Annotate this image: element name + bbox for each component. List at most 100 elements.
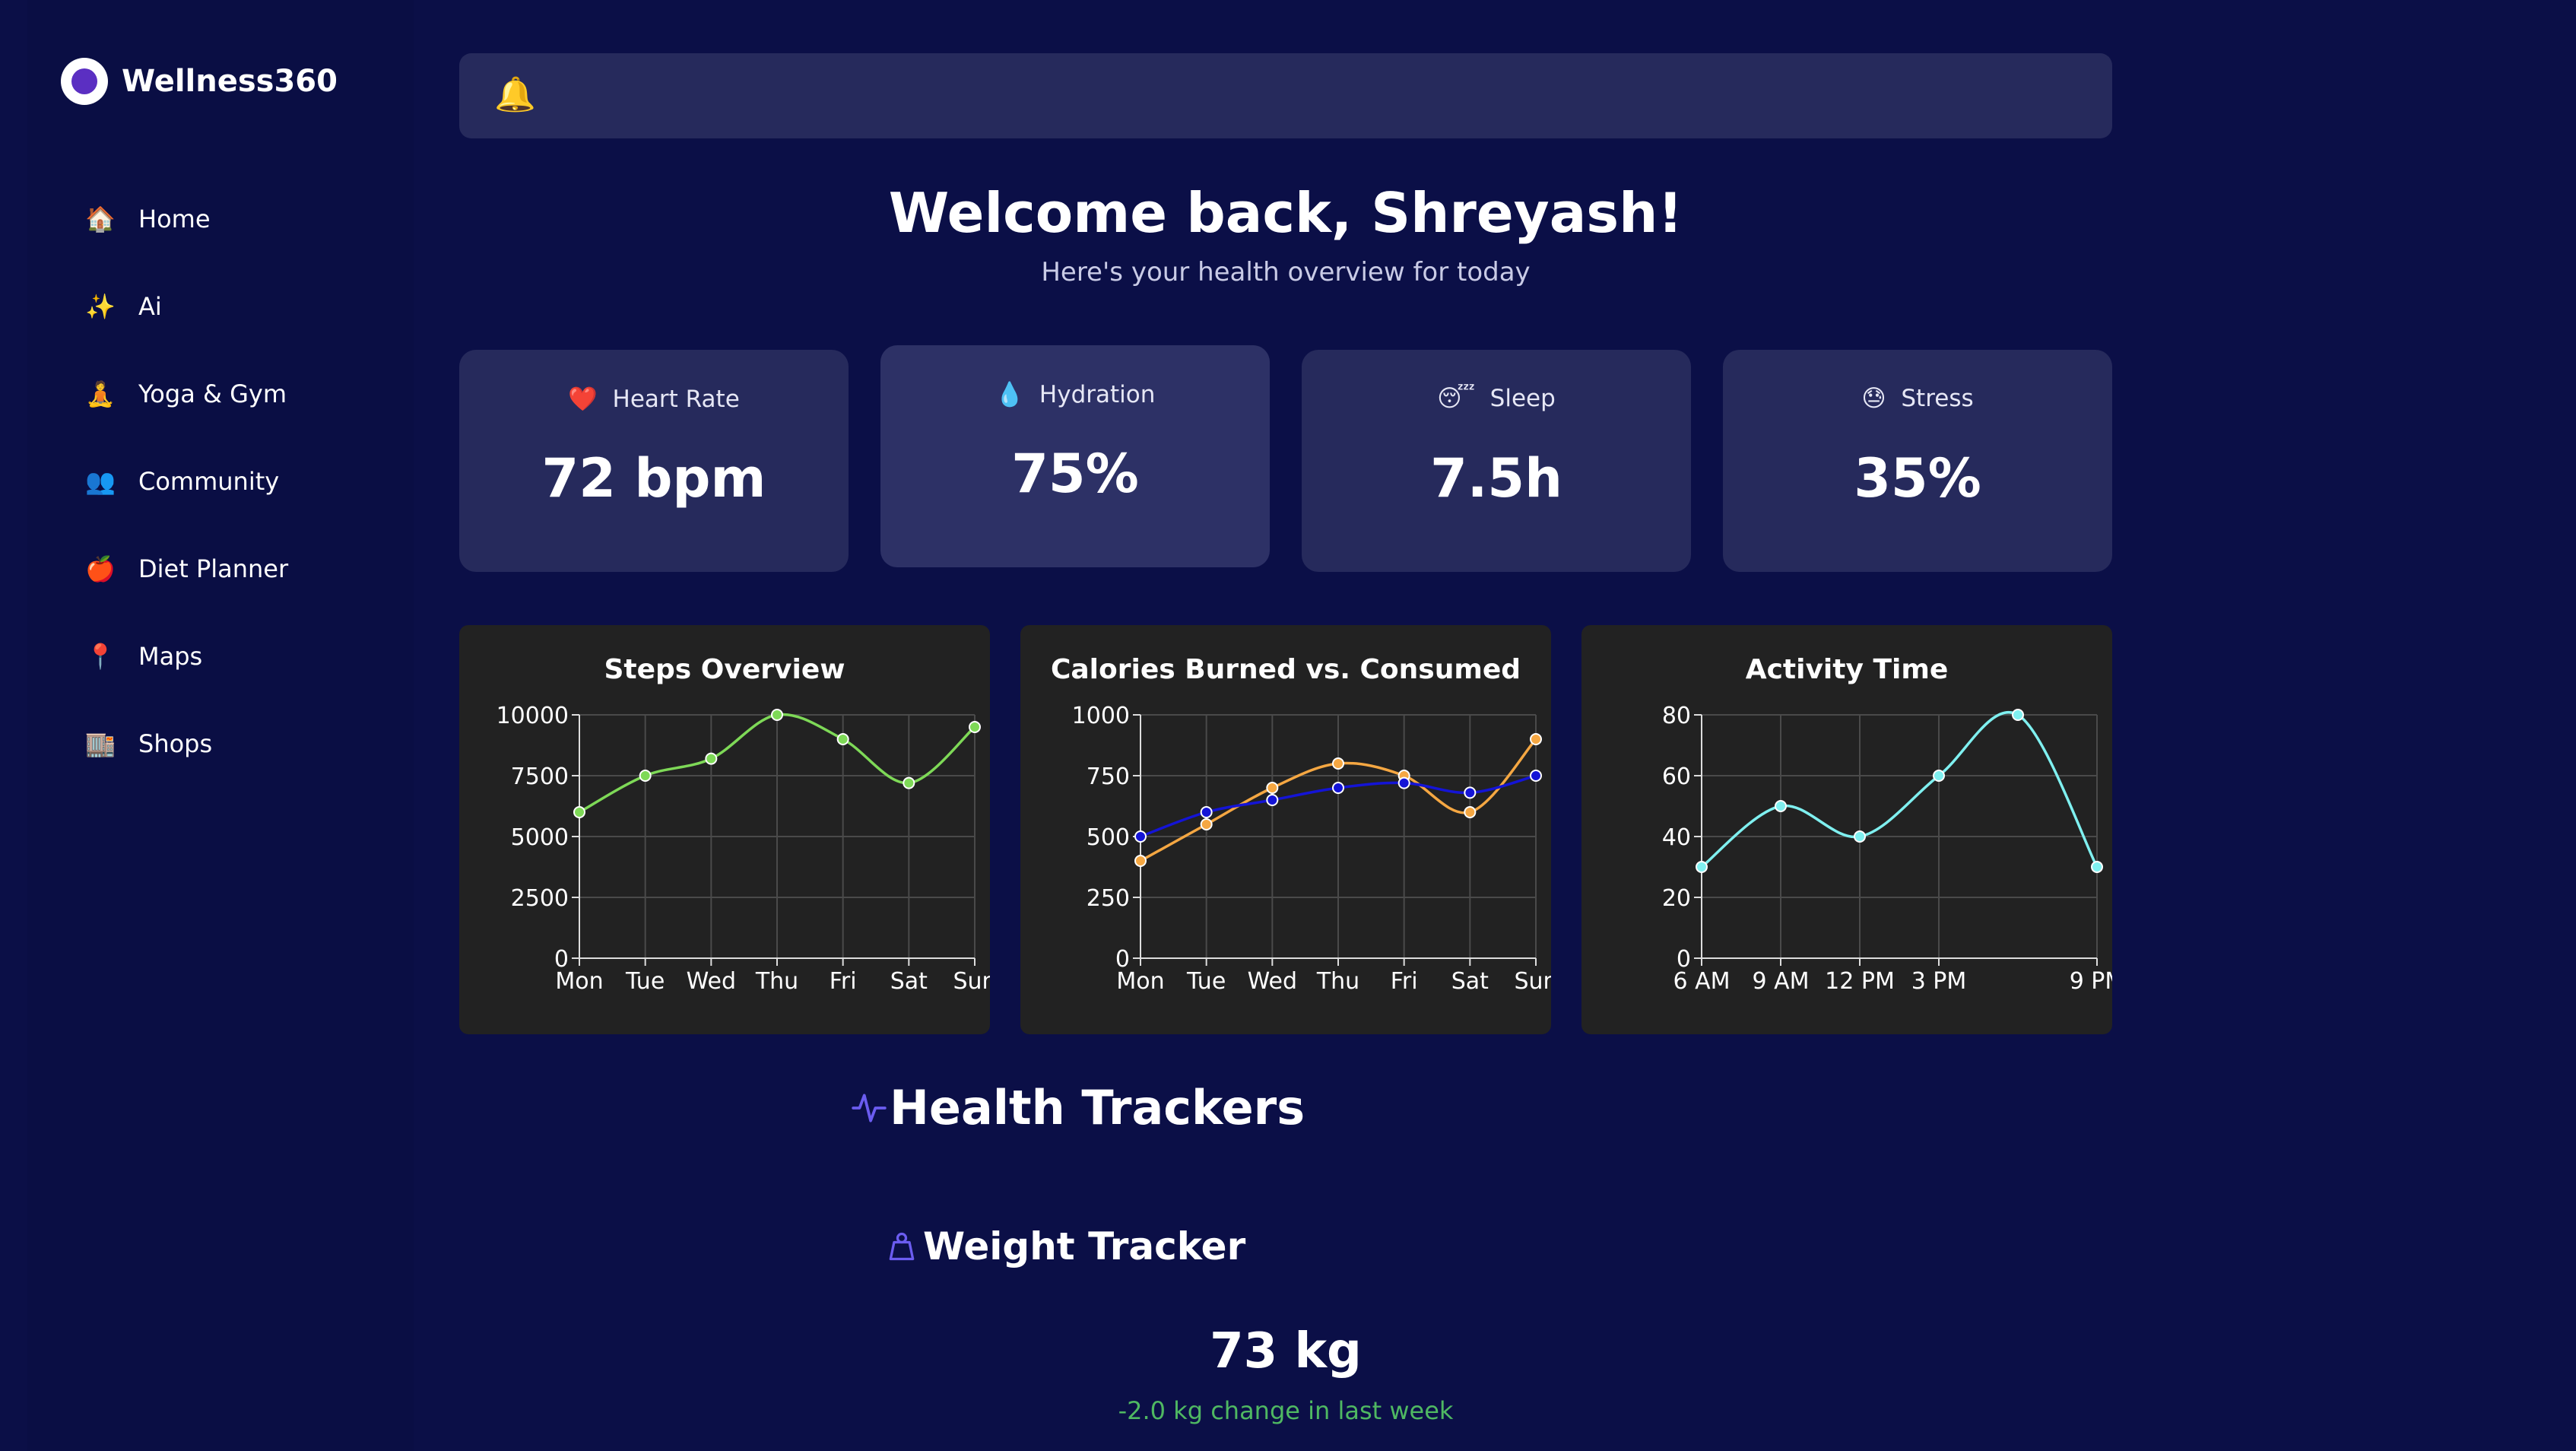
home-icon: 🏠: [85, 204, 116, 233]
data-point[interactable]: [1266, 782, 1279, 794]
data-point[interactable]: [771, 709, 783, 721]
data-point[interactable]: [1775, 800, 1787, 812]
sidebar-item-home[interactable]: 🏠 Home: [85, 175, 288, 262]
store-icon: 🏬: [85, 729, 116, 758]
pin-icon: 📍: [85, 641, 116, 671]
stat-card-heart-rate: ❤️ Heart Rate 72 bpm: [459, 350, 849, 572]
x-tick-label: Fri: [1391, 968, 1418, 995]
logo-icon: [61, 58, 108, 105]
data-point[interactable]: [1464, 786, 1477, 799]
data-point[interactable]: [1134, 830, 1147, 843]
app-logo[interactable]: Wellness360: [61, 58, 338, 105]
data-point[interactable]: [1266, 794, 1279, 806]
x-tick-label: 3 PM: [1911, 968, 1967, 995]
sidebar-item-ai[interactable]: ✨ Ai: [85, 262, 288, 350]
sidebar-nav: 🏠 Home ✨ Ai 🧘 Yoga & Gym 👥 Community 🍎 D…: [85, 175, 288, 787]
bell-icon[interactable]: 🔔: [494, 75, 536, 114]
y-tick-label: 20: [1662, 885, 1691, 912]
y-tick-label: 7500: [511, 764, 569, 790]
page-title: Welcome back, Shreyash!: [888, 181, 1683, 245]
data-point[interactable]: [1200, 806, 1213, 818]
data-point[interactable]: [1332, 757, 1344, 770]
data-point[interactable]: [639, 770, 652, 782]
stressed-face-icon: 😓: [1861, 385, 1886, 412]
data-point[interactable]: [2012, 709, 2024, 721]
stat-label: ❤️ Heart Rate: [568, 386, 740, 413]
y-tick-label: 2500: [511, 885, 569, 912]
series-line: [1700, 711, 2099, 868]
data-point[interactable]: [969, 721, 981, 733]
x-tick-label: Mon: [555, 968, 603, 995]
data-point[interactable]: [573, 806, 585, 818]
sidebar-item-yoga-gym[interactable]: 🧘 Yoga & Gym: [85, 350, 288, 437]
stat-card-sleep: 😴 Sleep 7.5h: [1302, 350, 1691, 572]
activity-chart: 0204060806 AM9 AM12 PM3 PM9 PM: [1662, 703, 2112, 995]
sidebar-item-community[interactable]: 👥 Community: [85, 437, 288, 525]
activity-pulse-icon: [852, 1093, 887, 1122]
sparkles-icon: ✨: [85, 291, 116, 321]
sidebar-item-maps[interactable]: 📍 Maps: [85, 612, 288, 700]
x-tick-label: Thu: [755, 968, 798, 995]
sidebar: Wellness360 🏠 Home ✨ Ai 🧘 Yoga & Gym 👥 C…: [27, 0, 414, 1451]
x-tick-label: Tue: [625, 968, 665, 995]
data-point[interactable]: [705, 752, 718, 765]
page-subtitle: Here's your health overview for today: [1041, 257, 1531, 287]
data-point[interactable]: [1530, 733, 1542, 745]
y-tick-label: 40: [1662, 824, 1691, 851]
chart-card-steps: Steps Overview 0 2500 5000 7500 10000 Mon Tue W…: [459, 625, 990, 1034]
data-point[interactable]: [1530, 770, 1542, 782]
data-point[interactable]: [1464, 806, 1477, 818]
apple-icon: 🍎: [85, 554, 116, 583]
stat-value: 72 bpm: [541, 447, 766, 510]
y-tick-label: 1000: [1072, 703, 1130, 729]
x-tick-label: Tue: [1186, 968, 1226, 995]
stat-value: 7.5h: [1430, 447, 1562, 510]
data-point[interactable]: [903, 776, 915, 789]
data-point[interactable]: [1696, 861, 1708, 873]
stat-value: 35%: [1854, 447, 1981, 510]
steps-chart: 025005000750010000Mon Tue Wed Thu Fri Sat Sun: [496, 703, 990, 995]
stat-card-hydration: 💧 Hydration 75%: [880, 345, 1270, 567]
x-tick-label: Wed: [687, 968, 736, 995]
x-tick-label: 6 AM: [1673, 968, 1730, 995]
sidebar-item-label: Maps: [138, 641, 203, 671]
weight-value: 73 kg: [1210, 1323, 1362, 1380]
sidebar-item-label: Shops: [138, 729, 213, 758]
main-content: 🔔 Welcome back, Shreyash! Here's your he…: [459, 0, 2112, 1451]
sidebar-item-label: Home: [138, 204, 211, 233]
stat-card-stress: 😓 Stress 35%: [1723, 350, 2112, 572]
chart-card-activity: Activity Time 0 20 40 60 80 6 AM 9 AM 12 PM 3 PM…: [1581, 625, 2112, 1034]
data-point[interactable]: [1854, 830, 1866, 843]
stat-value: 75%: [1011, 443, 1139, 505]
x-tick-label: Sat: [890, 968, 928, 995]
y-tick-label: 500: [1087, 824, 1130, 851]
x-tick-label: Sat: [1451, 968, 1489, 995]
x-tick-label: 9 PM: [2070, 968, 2112, 995]
yoga-icon: 🧘: [85, 379, 116, 408]
weight-tracker-heading: Weight Tracker: [885, 1224, 1245, 1268]
data-point[interactable]: [1134, 855, 1147, 867]
y-tick-label: 5000: [511, 824, 569, 851]
x-tick-label: Wed: [1248, 968, 1297, 995]
data-point[interactable]: [1397, 776, 1410, 789]
data-point[interactable]: [836, 733, 849, 745]
x-tick-label: 12 PM: [1825, 968, 1895, 995]
sidebar-item-label: Yoga & Gym: [138, 379, 287, 408]
x-tick-label: Sun: [953, 968, 990, 995]
x-tick-label: Mon: [1116, 968, 1164, 995]
calories-chart: 02505007501000Mon Tue Wed Thu Fri Sat Sun: [1072, 703, 1551, 995]
stat-label: 😓 Stress: [1861, 385, 1974, 412]
data-point[interactable]: [1200, 818, 1213, 830]
stat-label: 😴 Sleep: [1437, 385, 1556, 412]
sidebar-item-shops[interactable]: 🏬 Shops: [85, 700, 288, 787]
chart-card-calories: Calories Burned vs. Consumed 0 250 500 750 1…: [1020, 625, 1551, 1034]
stat-label: 💧 Hydration: [995, 381, 1156, 408]
data-point[interactable]: [1332, 782, 1344, 794]
data-point[interactable]: [2091, 861, 2103, 873]
health-trackers-heading: Health Trackers: [850, 1080, 1305, 1135]
x-tick-label: Sun: [1514, 968, 1551, 995]
sleeping-face-icon: 😴: [1437, 385, 1475, 412]
sidebar-item-diet-planner[interactable]: 🍎 Diet Planner: [85, 525, 288, 612]
app-name: Wellness360: [122, 64, 338, 99]
data-point[interactable]: [1933, 770, 1945, 782]
